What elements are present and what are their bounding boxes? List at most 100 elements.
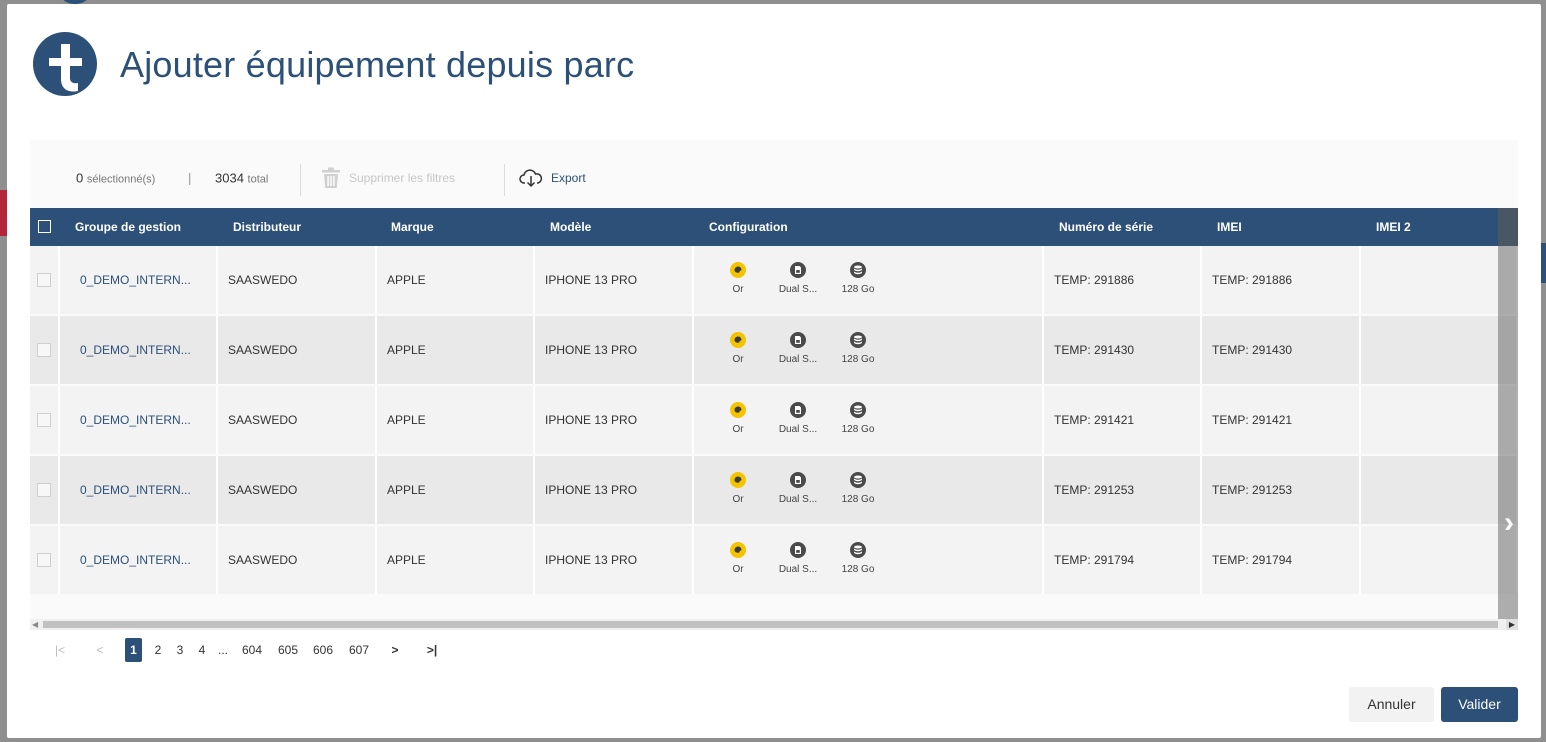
horizontal-scrollbar[interactable]: ◀ ▶ [30,619,1518,630]
sim-card-icon [790,472,806,488]
row-checkbox[interactable] [37,273,51,287]
cancel-button[interactable]: Annuler [1349,687,1434,722]
total-label: total [247,173,269,186]
row-checkbox[interactable] [37,343,51,357]
cell-imei: TEMP: 291886 [1202,246,1361,314]
palette-icon [730,402,746,418]
distributor-value: SAASWEDO [228,553,298,567]
table-row[interactable]: 0_DEMO_INTERN... SAASWEDO APPLE IPHONE 1… [30,526,1518,594]
row-select-cell [30,316,60,384]
cell-configuration: Or Dual S... 128 Go [694,316,1044,384]
database-icon [850,262,866,278]
chevron-right-icon[interactable]: › [1499,506,1518,540]
sim-card-icon [790,402,806,418]
scroll-right-overlay [1498,208,1518,619]
add-equipment-dialog: Ajouter équipement depuis parc 0 sélecti… [7,4,1541,738]
table-row[interactable]: 0_DEMO_INTERN... SAASWEDO APPLE IPHONE 1… [30,456,1518,524]
grid-header: Groupe de gestion Distributeur Marque Mo… [30,208,1518,246]
column-header-imei[interactable]: IMEI [1217,208,1242,246]
group-link[interactable]: 0_DEMO_INTERN... [80,273,191,287]
select-all-checkbox[interactable] [38,220,51,233]
page-button[interactable]: 605 [275,638,301,662]
sim-card-icon [790,332,806,348]
scroll-left-icon[interactable]: ◀ [32,620,38,629]
group-link[interactable]: 0_DEMO_INTERN... [80,553,191,567]
cell-brand: APPLE [377,526,535,594]
config-storage-label: 128 Go [841,354,875,365]
column-header-serial[interactable]: Numéro de série [1059,208,1153,246]
config-storage-label: 128 Go [841,284,875,295]
serial-value: TEMP: 291421 [1054,413,1135,427]
cell-imei: TEMP: 291430 [1202,316,1361,384]
toolbar-divider [504,164,505,196]
cell-configuration: Or Dual S... 128 Go [694,526,1044,594]
group-link[interactable]: 0_DEMO_INTERN... [80,343,191,357]
config-storage: 128 Go [833,262,883,295]
group-link[interactable]: 0_DEMO_INTERN... [80,413,191,427]
imei-value: TEMP: 291794 [1212,553,1293,567]
row-checkbox[interactable] [37,413,51,427]
brand-logo-icon [33,32,97,96]
cell-model: IPHONE 13 PRO [535,386,694,454]
config-sim-label: Dual S... [778,424,818,435]
page-button[interactable]: 3 [173,638,187,662]
last-page-button[interactable]: >| [422,638,442,662]
row-checkbox[interactable] [37,483,51,497]
cell-group: 0_DEMO_INTERN... [60,526,218,594]
page-button[interactable]: 604 [239,638,265,662]
next-page-button[interactable]: > [387,638,403,662]
brand-value: APPLE [387,273,426,287]
prev-page-button[interactable]: < [92,638,108,662]
cell-configuration: Or Dual S... 128 Go [694,456,1044,524]
total-counter: 3034 total [215,171,268,186]
group-link[interactable]: 0_DEMO_INTERN... [80,483,191,497]
config-sim-label: Dual S... [778,354,818,365]
config-color: Or [713,542,763,575]
config-storage-label: 128 Go [841,424,875,435]
distributor-value: SAASWEDO [228,343,298,357]
model-value: IPHONE 13 PRO [545,273,638,287]
config-sim-label: Dual S... [778,494,818,505]
palette-icon [730,262,746,278]
page-button[interactable]: 4 [195,638,209,662]
scroll-right-icon[interactable]: ▶ [1506,619,1518,630]
clear-filters-button[interactable]: Supprimer les filtres [321,167,455,189]
cell-serial: TEMP: 291886 [1044,246,1202,314]
column-header-configuration[interactable]: Configuration [709,208,788,246]
row-select-cell [30,386,60,454]
table-row[interactable]: 0_DEMO_INTERN... SAASWEDO APPLE IPHONE 1… [30,246,1518,314]
dialog-title: Ajouter équipement depuis parc [120,44,635,85]
confirm-button[interactable]: Valider [1441,687,1518,722]
page-button[interactable]: 1 [125,638,142,662]
page-button[interactable]: 2 [151,638,165,662]
table-row[interactable]: 0_DEMO_INTERN... SAASWEDO APPLE IPHONE 1… [30,316,1518,384]
grid-toolbar: 0 sélectionné(s) | 3034 total Supprimer … [30,140,1518,208]
cell-distributor: SAASWEDO [218,526,377,594]
export-button[interactable]: Export [519,168,586,188]
cell-group: 0_DEMO_INTERN... [60,456,218,524]
column-header-brand[interactable]: Marque [391,208,434,246]
export-label: Export [551,171,586,185]
scrollbar-thumb[interactable] [43,621,1498,628]
table-row[interactable]: 0_DEMO_INTERN... SAASWEDO APPLE IPHONE 1… [30,386,1518,454]
imei-value: TEMP: 291430 [1212,343,1293,357]
distributor-value: SAASWEDO [228,413,298,427]
page-button[interactable]: 607 [346,638,372,662]
column-header-distributor[interactable]: Distributeur [233,208,301,246]
cell-model: IPHONE 13 PRO [535,526,694,594]
column-header-imei2[interactable]: IMEI 2 [1376,208,1411,246]
page-ellipsis: ... [217,643,228,657]
column-header-model[interactable]: Modèle [550,208,591,246]
brand-value: APPLE [387,483,426,497]
config-color: Or [713,402,763,435]
config-color: Or [713,472,763,505]
cell-brand: APPLE [377,456,535,524]
imei-value: TEMP: 291886 [1212,273,1293,287]
distributor-value: SAASWEDO [228,483,298,497]
page-button[interactable]: 606 [310,638,336,662]
column-header-group[interactable]: Groupe de gestion [75,208,181,246]
config-storage: 128 Go [833,332,883,365]
row-checkbox[interactable] [37,553,51,567]
first-page-button[interactable]: |< [51,638,69,662]
config-storage-label: 128 Go [841,494,875,505]
